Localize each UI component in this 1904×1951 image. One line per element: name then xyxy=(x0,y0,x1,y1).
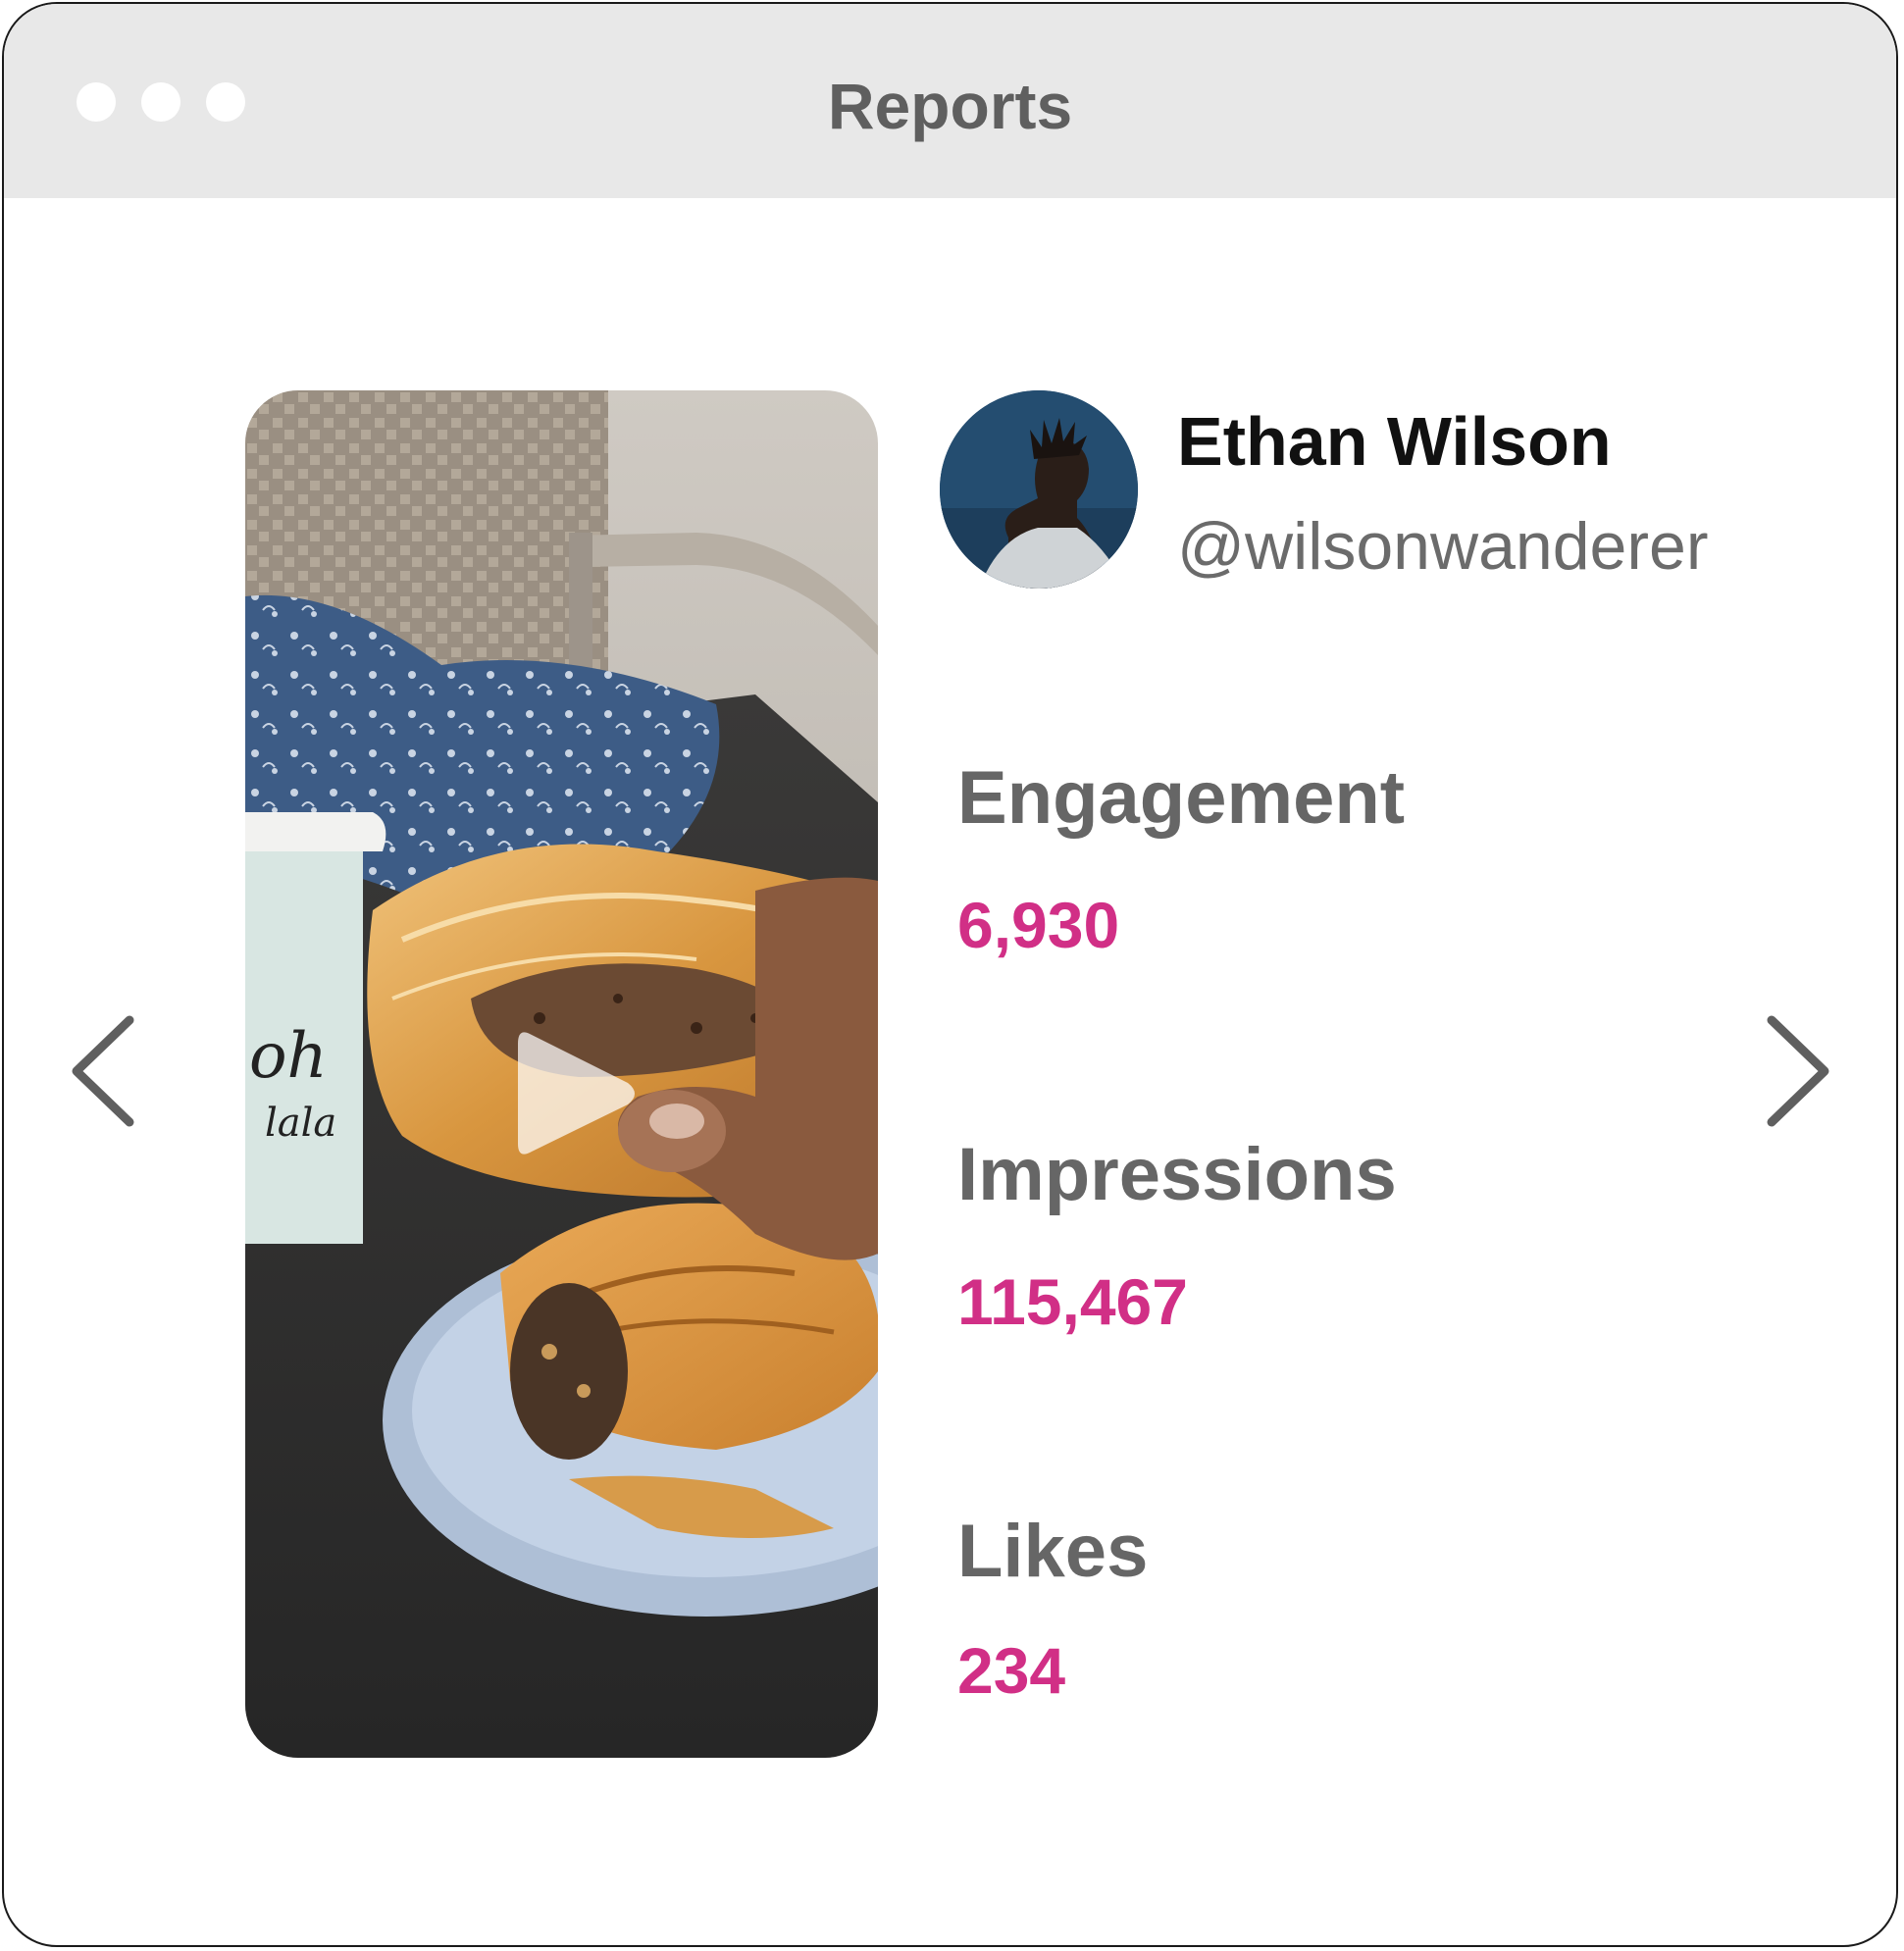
metric-value-engagement: 6,930 xyxy=(957,889,1120,961)
avatar-image xyxy=(940,390,1138,589)
chevron-right-icon[interactable] xyxy=(1758,1012,1836,1130)
metric-value-likes: 234 xyxy=(957,1634,1066,1707)
svg-text:oh: oh xyxy=(249,1020,328,1093)
svg-text:lala: lala xyxy=(265,1101,336,1146)
title-bar: Reports xyxy=(4,4,1896,198)
metric-label-engagement: Engagement xyxy=(957,756,1406,840)
play-icon[interactable] xyxy=(508,1020,645,1167)
window-title: Reports xyxy=(827,70,1073,142)
metric-label-likes: Likes xyxy=(957,1510,1149,1593)
metric-label-impressions: Impressions xyxy=(957,1133,1397,1216)
avatar[interactable] xyxy=(940,390,1138,589)
chevron-left-icon[interactable] xyxy=(65,1012,143,1130)
metric-value-impressions: 115,467 xyxy=(957,1265,1188,1338)
user-handle[interactable]: @wilsonwanderer xyxy=(1177,508,1708,585)
user-name: Ethan Wilson xyxy=(1177,403,1612,480)
